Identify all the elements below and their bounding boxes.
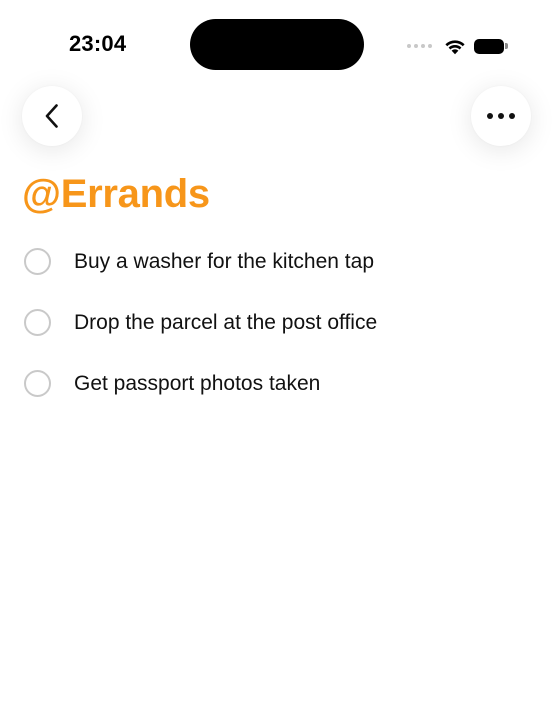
more-options-button[interactable] <box>471 86 531 146</box>
battery-icon <box>474 38 508 54</box>
task-label: Drop the parcel at the post office <box>74 310 378 334</box>
dynamic-island <box>190 19 364 70</box>
task-checkbox[interactable] <box>24 248 51 275</box>
status-icons <box>407 34 508 58</box>
task-item[interactable]: Buy a washer for the kitchen tap <box>0 231 554 292</box>
task-label: Get passport photos taken <box>74 371 321 395</box>
status-bar: 23:04 <box>0 0 554 90</box>
task-list: Buy a washer for the kitchen tap Drop th… <box>0 231 554 414</box>
task-item[interactable]: Drop the parcel at the post office <box>0 292 554 353</box>
wifi-icon <box>445 39 465 54</box>
status-time: 23:04 <box>69 31 127 56</box>
task-item[interactable]: Get passport photos taken <box>0 353 554 414</box>
cellular-signal-icon <box>407 44 432 48</box>
task-checkbox[interactable] <box>24 309 51 336</box>
task-checkbox[interactable] <box>24 370 51 397</box>
chevron-left-icon <box>45 104 58 128</box>
ellipsis-icon <box>487 113 515 119</box>
list-title: @Errands <box>22 172 210 216</box>
back-button[interactable] <box>22 86 82 146</box>
task-label: Buy a washer for the kitchen tap <box>74 249 374 273</box>
